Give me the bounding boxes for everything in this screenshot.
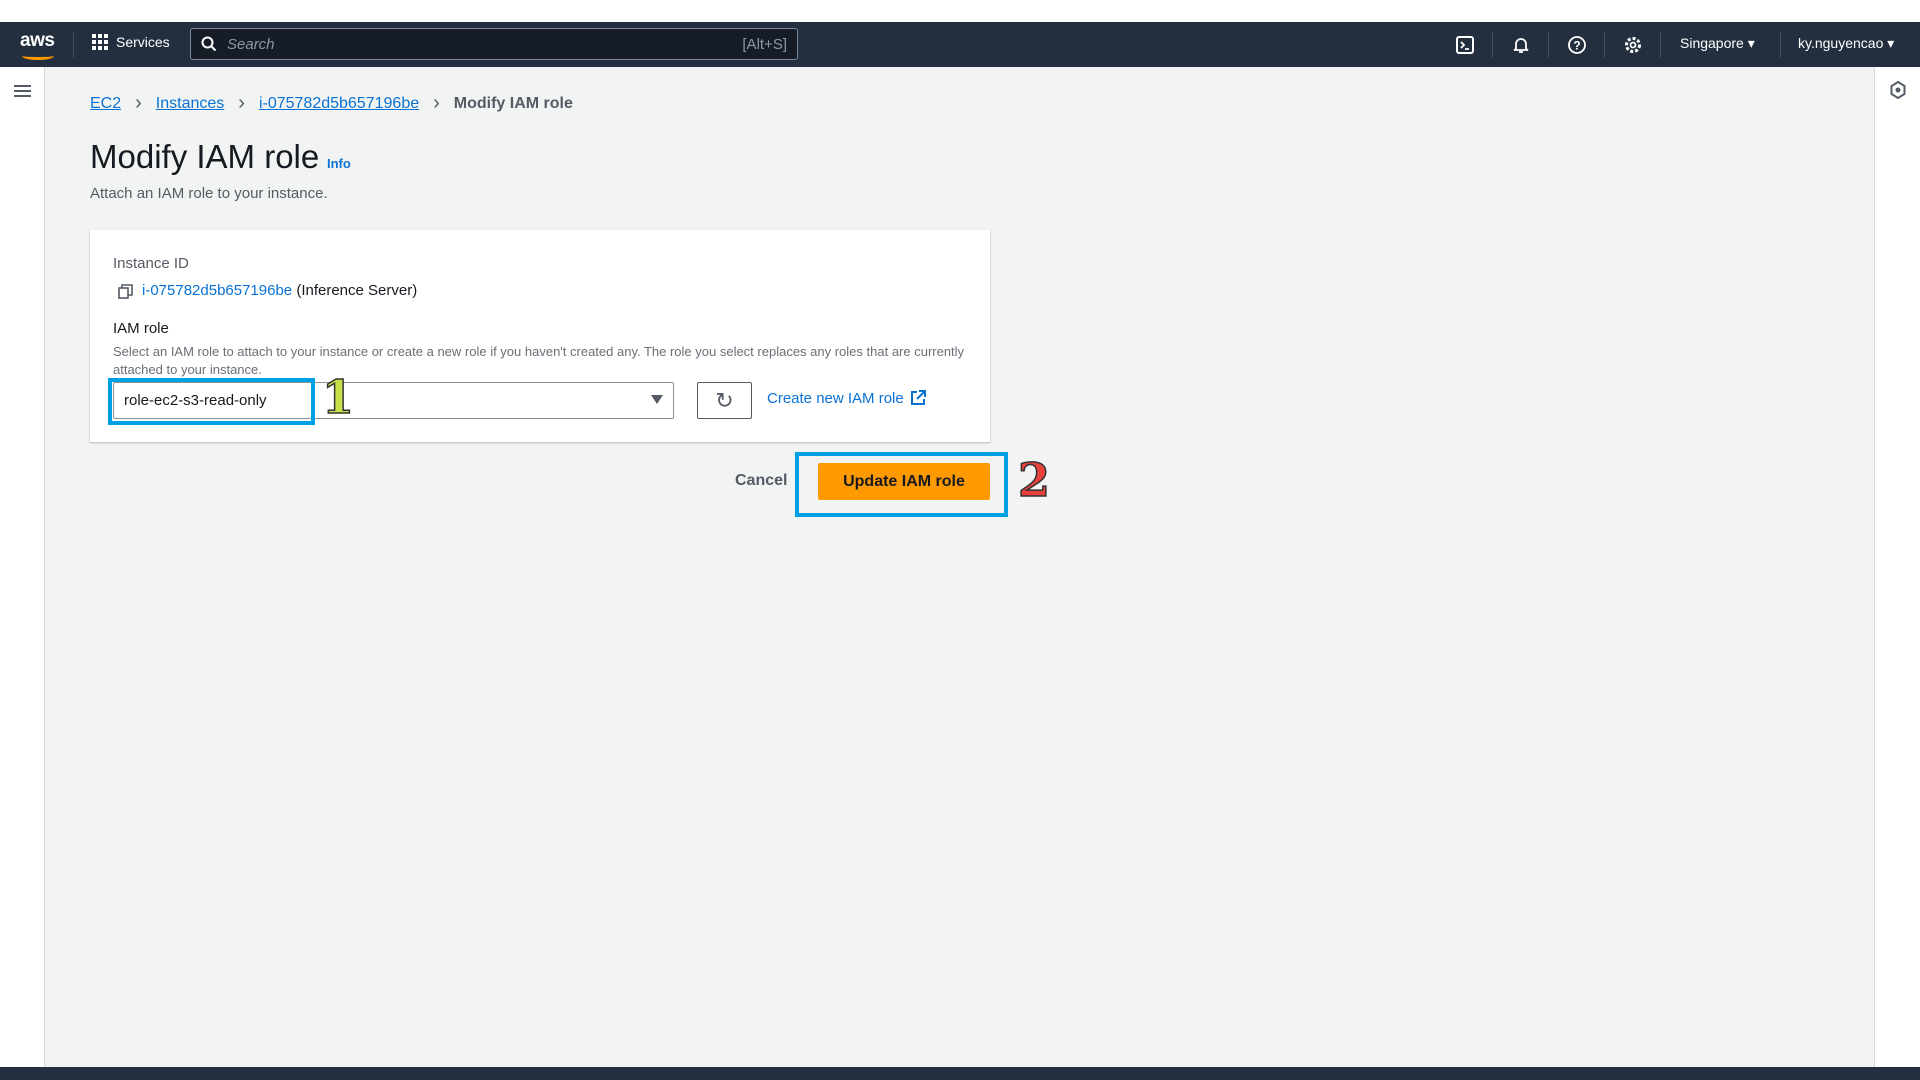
gear-icon[interactable] [1622, 34, 1644, 56]
chevron-right-icon: › [135, 92, 142, 114]
grid-icon [92, 34, 108, 50]
hexagon-info-icon[interactable] [1890, 81, 1906, 99]
search-input[interactable]: Search [Alt+S] [190, 28, 798, 60]
region-selector[interactable]: Singapore ▾ [1680, 35, 1755, 52]
aws-logo[interactable]: aws [20, 30, 55, 60]
iam-role-label: IAM role [113, 320, 169, 337]
svg-text:?: ? [1573, 39, 1580, 53]
hamburger-menu-icon[interactable] [14, 85, 31, 97]
create-iam-role-text: Create new IAM role [767, 390, 904, 407]
copy-icon[interactable] [118, 284, 133, 299]
chevron-right-icon: › [433, 92, 440, 114]
help-icon[interactable]: ? [1566, 34, 1588, 56]
breadcrumb-instances[interactable]: Instances [156, 95, 224, 113]
services-menu-button[interactable]: Services [92, 34, 170, 50]
refresh-button[interactable]: ↻ [697, 382, 752, 419]
aws-logo-text: aws [20, 30, 55, 51]
sidebar [0, 67, 45, 1067]
top-strip [0, 0, 1920, 22]
breadcrumb-instance[interactable]: i-075782d5b657196be [259, 95, 419, 113]
divider [73, 32, 74, 58]
account-menu[interactable]: ky.nguyencao ▾ [1798, 35, 1894, 52]
step2-label: 2 [1017, 452, 1051, 508]
search-placeholder: Search [227, 35, 275, 53]
cancel-button[interactable]: Cancel [735, 472, 787, 490]
services-label: Services [116, 34, 170, 50]
breadcrumb: EC2 › Instances › i-075782d5b657196be › … [90, 92, 573, 115]
cloudshell-icon[interactable] [1454, 34, 1476, 56]
caret-down-icon [651, 395, 663, 404]
info-link[interactable]: Info [327, 156, 351, 171]
footer-bar [0, 1067, 1920, 1080]
search-shortcut: [Alt+S] [742, 35, 787, 53]
chevron-right-icon: › [238, 92, 245, 114]
right-panel [1874, 67, 1920, 1067]
page-title: Modify IAM role [90, 138, 320, 175]
step1-label: 1 [321, 369, 355, 425]
page-subtitle: Attach an IAM role to your instance. [90, 185, 328, 202]
highlight-box-step1 [108, 378, 315, 425]
external-link-icon [910, 390, 926, 405]
refresh-icon: ↻ [715, 387, 734, 413]
breadcrumb-ec2[interactable]: EC2 [90, 95, 121, 113]
top-nav: aws Services Search [Alt+S] ? Singapore … [0, 22, 1920, 67]
instance-id-link[interactable]: i-075782d5b657196be [142, 282, 292, 299]
breadcrumb-current: Modify IAM role [453, 94, 573, 112]
instance-id-label: Instance ID [113, 255, 189, 272]
highlight-box-step2 [795, 452, 1008, 517]
instance-name: (Inference Server) [296, 282, 418, 299]
search-icon [201, 36, 217, 52]
iam-role-description: Select an IAM role to attach to your ins… [113, 344, 965, 377]
bell-icon[interactable] [1510, 34, 1532, 56]
create-iam-role-link[interactable]: Create new IAM role [767, 390, 926, 407]
